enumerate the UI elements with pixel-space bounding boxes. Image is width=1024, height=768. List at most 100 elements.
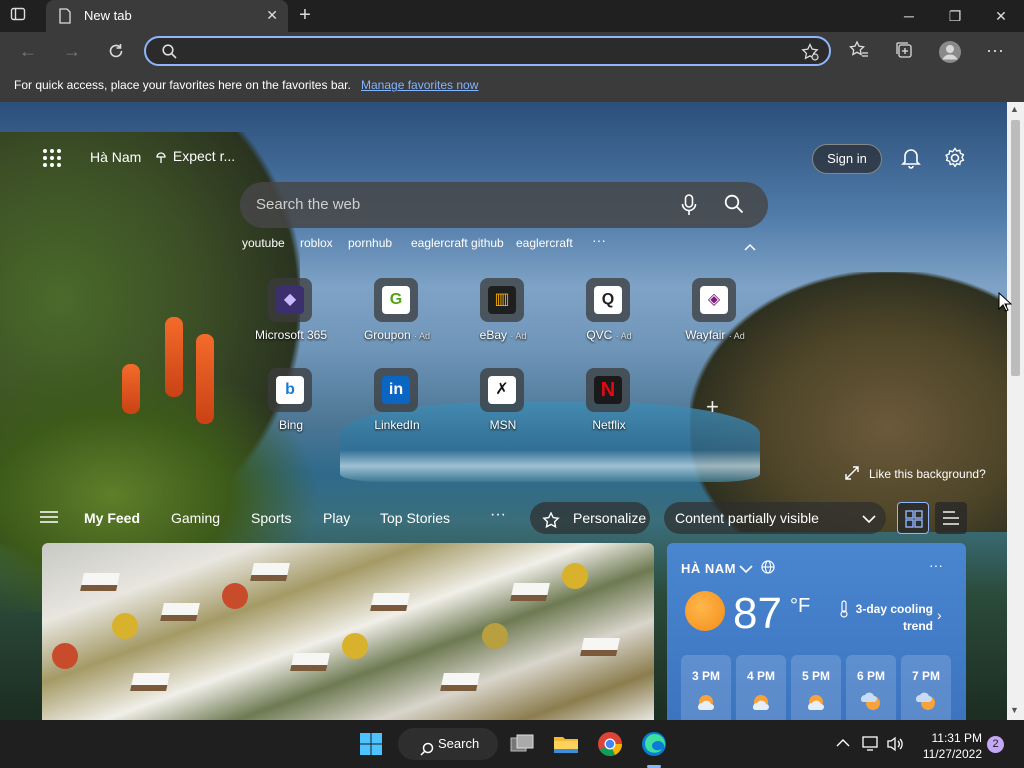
tile-wayfair[interactable]: ◈ Wayfair · Ad [670,278,760,358]
hourly-forecast: 5 PM [791,655,841,720]
like-background-link[interactable]: Like this background? [845,466,986,481]
address-bar[interactable] [144,36,831,66]
network-icon[interactable] [862,736,880,755]
tab-play[interactable]: Play [323,510,350,526]
tile-netflix[interactable]: N Netflix [564,368,654,448]
gear-icon[interactable] [944,147,966,174]
windows-start-icon[interactable] [355,728,387,760]
tab-actions-icon[interactable] [10,6,38,26]
scrollbar-thumb[interactable] [1011,120,1020,376]
manage-favorites-link[interactable]: Manage favorites now [361,78,478,92]
refresh-button[interactable] [105,40,127,62]
trending-item[interactable]: eaglercraft [516,236,573,250]
chevron-up-icon[interactable] [836,736,850,751]
weather-summary[interactable]: Expect r... [153,148,235,164]
chrome-icon[interactable] [594,728,626,760]
ad-label: · Ad [510,331,527,341]
tile-icon: G [374,278,418,322]
restore-button[interactable]: ❐ [932,4,978,28]
tile-label: Microsoft 365 [254,328,328,342]
chevron-right-icon[interactable]: › [937,607,942,623]
location-label[interactable]: Hà Nam [90,149,141,165]
mouse-cursor-icon [998,291,1013,317]
tile-msn[interactable]: ✗ MSN [458,368,548,448]
feed-navigation: My Feed Gaming Sports Play Top Stories ·… [0,498,1007,538]
tile-qvc[interactable]: Q QVC · Ad [564,278,654,358]
collections-icon[interactable] [894,40,916,62]
minimize-button[interactable]: ─ [886,4,932,28]
menu-icon[interactable] [40,510,58,529]
weather-card[interactable]: HÀ NAM ··· 87 °F 3-day cooling trend › 3… [667,543,966,720]
tile-ebay[interactable]: ▥ eBay · Ad [458,278,548,358]
trending-item[interactable]: eaglercraft github [411,236,504,250]
tile-groupon[interactable]: G Groupon · Ad [352,278,442,358]
tab-gaming[interactable]: Gaming [171,510,220,526]
search-icon[interactable] [724,194,744,219]
profile-avatar[interactable] [938,40,961,63]
tab-my-feed[interactable]: My Feed [84,510,140,526]
chevron-down-icon[interactable] [739,561,753,579]
close-window-button[interactable]: ✕ [978,4,1024,28]
list-view-button[interactable] [935,502,967,534]
news-card-image[interactable] [42,543,654,720]
back-button[interactable]: ← [17,40,39,62]
tile-bing[interactable]: b Bing [246,368,336,448]
microphone-icon[interactable] [680,194,698,221]
tab-sports[interactable]: Sports [251,510,291,526]
taskbar-search-label: Search [438,736,480,751]
scroll-up-icon[interactable]: ▲ [1010,104,1019,114]
tile-label: Wayfair [685,328,726,342]
add-favorite-icon[interactable] [801,42,819,66]
tile-icon: b [268,368,312,412]
tile-label: MSN [489,418,517,432]
file-explorer-icon[interactable] [550,728,582,760]
favorites-icon[interactable] [848,40,871,62]
chevron-up-icon[interactable] [744,238,756,256]
tile-microsoft-365[interactable]: ◆ Microsoft 365 [246,278,336,358]
add-tile-button[interactable]: + [706,394,719,420]
more-tabs-icon[interactable]: ··· [490,506,506,524]
notifications-bell-icon[interactable] [900,147,922,174]
tab-top-stories[interactable]: Top Stories [380,510,450,526]
apps-grid-icon[interactable] [42,148,62,173]
temperature-unit[interactable]: °F [790,595,810,618]
personalize-button[interactable]: Personalize [530,502,650,534]
new-tab-button[interactable]: + [294,5,316,27]
tile-label: Netflix [592,418,626,432]
tile-icon: in [374,368,418,412]
tile-linkedin[interactable]: in LinkedIn [352,368,442,448]
sign-in-button[interactable]: Sign in [812,144,882,174]
trending-item[interactable]: pornhub [348,236,392,250]
edge-icon[interactable] [638,728,670,760]
volume-icon[interactable] [886,736,904,755]
web-search-box[interactable]: Search the web [240,182,768,228]
cloudy-night-icon [914,691,938,716]
weather-location[interactable]: HÀ NAM [681,561,736,576]
trending-item[interactable]: youtube [242,236,285,250]
tile-icon: ◈ [692,278,736,322]
close-tab-icon[interactable]: ✕ [266,7,278,24]
scroll-down-icon[interactable]: ▼ [1010,705,1019,715]
task-view-icon[interactable] [506,728,538,760]
forward-button[interactable]: → [61,40,83,62]
weather-more-icon[interactable]: ··· [929,557,943,573]
taskbar-search[interactable]: Search [398,728,498,760]
search-icon [162,44,177,64]
globe-icon[interactable] [761,560,775,579]
tile-label: Groupon [363,328,411,342]
weather-trend[interactable]: 3-day cooling trend [851,601,933,635]
settings-more-icon[interactable]: ··· [986,40,1008,62]
tab-new-tab[interactable]: New tab ✕ [46,0,288,32]
grid-view-button[interactable] [897,502,929,534]
tile-icon: ◆ [268,278,312,322]
search-placeholder: Search the web [256,196,361,213]
hour-label: 3 PM [691,669,720,683]
system-clock[interactable]: 11:31 PM 11/27/2022 [912,730,982,762]
partly-cloudy-icon [694,691,718,716]
content-visibility-dropdown[interactable]: Content partially visible [664,502,886,534]
ebay-icon: ▥ [488,286,516,314]
more-trending-icon[interactable]: ··· [592,232,606,248]
notification-badge[interactable]: 2 [987,736,1004,753]
page-scrollbar[interactable]: ▲ ▼ [1007,102,1024,720]
trending-item[interactable]: roblox [300,236,333,250]
